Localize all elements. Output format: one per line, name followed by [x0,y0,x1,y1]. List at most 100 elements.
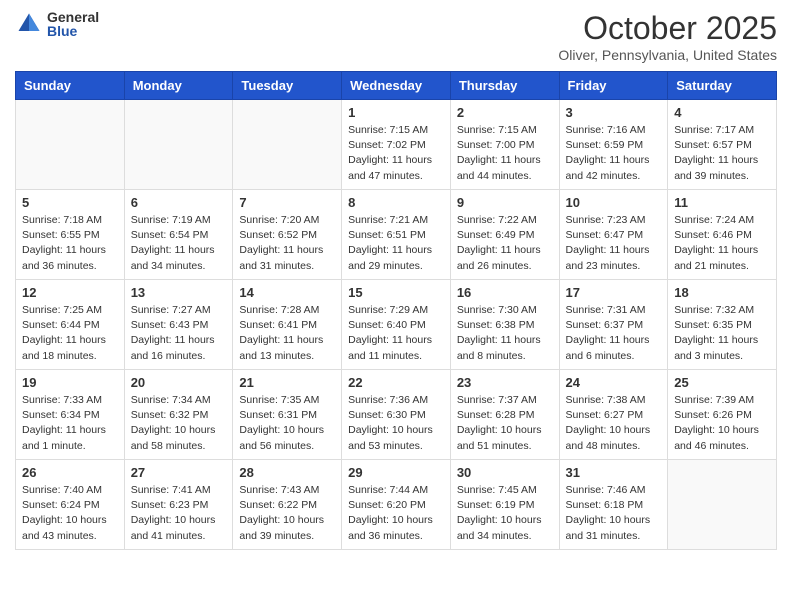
day-number: 19 [22,375,118,390]
day-info: Sunrise: 7:39 AM Sunset: 6:26 PM Dayligh… [674,393,770,454]
calendar-cell: 17 Sunrise: 7:31 AM Sunset: 6:37 PM Dayli… [559,280,668,370]
day-info: Sunrise: 7:21 AM Sunset: 6:51 PM Dayligh… [348,213,444,274]
calendar-cell: 20 Sunrise: 7:34 AM Sunset: 6:32 PM Dayli… [124,370,233,460]
calendar-cell [233,100,342,190]
day-number: 31 [566,465,662,480]
day-info: Sunrise: 7:45 AM Sunset: 6:19 PM Dayligh… [457,483,553,544]
day-number: 25 [674,375,770,390]
logo: General Blue [15,10,99,38]
calendar-table: SundayMondayTuesdayWednesdayThursdayFrid… [15,71,777,550]
col-header-tuesday: Tuesday [233,72,342,100]
day-number: 9 [457,195,553,210]
day-info: Sunrise: 7:16 AM Sunset: 6:59 PM Dayligh… [566,123,662,184]
calendar-cell: 8 Sunrise: 7:21 AM Sunset: 6:51 PM Daylig… [342,190,451,280]
week-row-3: 12 Sunrise: 7:25 AM Sunset: 6:44 PM Dayli… [16,280,777,370]
day-number: 24 [566,375,662,390]
calendar-cell: 12 Sunrise: 7:25 AM Sunset: 6:44 PM Dayli… [16,280,125,370]
day-number: 13 [131,285,227,300]
month-title: October 2025 [558,10,777,47]
page-header: General Blue October 2025 Oliver, Pennsy… [15,10,777,63]
week-row-5: 26Sunrise: 7:40 AM Sunset: 6:24 PM Dayli… [16,460,777,550]
calendar-cell: 18 Sunrise: 7:32 AM Sunset: 6:35 PM Dayli… [668,280,777,370]
calendar-cell: 15 Sunrise: 7:29 AM Sunset: 6:40 PM Dayli… [342,280,451,370]
col-header-thursday: Thursday [450,72,559,100]
calendar-cell: 6Sunrise: 7:19 AM Sunset: 6:54 PM Daylig… [124,190,233,280]
calendar-cell: 4Sunrise: 7:17 AM Sunset: 6:57 PM Daylig… [668,100,777,190]
calendar-cell: 28Sunrise: 7:43 AM Sunset: 6:22 PM Dayli… [233,460,342,550]
day-number: 6 [131,195,227,210]
day-number: 20 [131,375,227,390]
calendar-cell: 30 Sunrise: 7:45 AM Sunset: 6:19 PM Dayli… [450,460,559,550]
day-number: 12 [22,285,118,300]
day-info: Sunrise: 7:20 AM Sunset: 6:52 PM Dayligh… [239,213,335,274]
location-text: Oliver, Pennsylvania, United States [558,47,777,63]
day-info: Sunrise: 7:29 AM Sunset: 6:40 PM Dayligh… [348,303,444,364]
day-info: Sunrise: 7:30 AM Sunset: 6:38 PM Dayligh… [457,303,553,364]
calendar-cell: 7 Sunrise: 7:20 AM Sunset: 6:52 PM Daylig… [233,190,342,280]
calendar-cell: 2 Sunrise: 7:15 AM Sunset: 7:00 PM Daylig… [450,100,559,190]
calendar-cell: 13 Sunrise: 7:27 AM Sunset: 6:43 PM Dayli… [124,280,233,370]
calendar-cell: 5 Sunrise: 7:18 AM Sunset: 6:55 PM Daylig… [16,190,125,280]
day-number: 26 [22,465,118,480]
day-info: Sunrise: 7:37 AM Sunset: 6:28 PM Dayligh… [457,393,553,454]
day-number: 10 [566,195,662,210]
day-info: Sunrise: 7:27 AM Sunset: 6:43 PM Dayligh… [131,303,227,364]
col-header-sunday: Sunday [16,72,125,100]
calendar-cell: 19Sunrise: 7:33 AM Sunset: 6:34 PM Dayli… [16,370,125,460]
day-info: Sunrise: 7:15 AM Sunset: 7:02 PM Dayligh… [348,123,444,184]
logo-text: General Blue [47,10,99,38]
day-info: Sunrise: 7:32 AM Sunset: 6:35 PM Dayligh… [674,303,770,364]
day-number: 5 [22,195,118,210]
col-header-friday: Friday [559,72,668,100]
day-number: 1 [348,105,444,120]
title-block: October 2025 Oliver, Pennsylvania, Unite… [558,10,777,63]
week-row-2: 5 Sunrise: 7:18 AM Sunset: 6:55 PM Daylig… [16,190,777,280]
day-number: 4 [674,105,770,120]
header-row: SundayMondayTuesdayWednesdayThursdayFrid… [16,72,777,100]
day-info: Sunrise: 7:24 AM Sunset: 6:46 PM Dayligh… [674,213,770,274]
col-header-wednesday: Wednesday [342,72,451,100]
day-number: 8 [348,195,444,210]
day-number: 16 [457,285,553,300]
page-container: General Blue October 2025 Oliver, Pennsy… [0,0,792,565]
day-number: 15 [348,285,444,300]
day-info: Sunrise: 7:41 AM Sunset: 6:23 PM Dayligh… [131,483,227,544]
calendar-cell [668,460,777,550]
calendar-cell: 3 Sunrise: 7:16 AM Sunset: 6:59 PM Daylig… [559,100,668,190]
calendar-cell: 1 Sunrise: 7:15 AM Sunset: 7:02 PM Daylig… [342,100,451,190]
day-info: Sunrise: 7:35 AM Sunset: 6:31 PM Dayligh… [239,393,335,454]
calendar-cell: 26Sunrise: 7:40 AM Sunset: 6:24 PM Dayli… [16,460,125,550]
calendar-cell: 10Sunrise: 7:23 AM Sunset: 6:47 PM Dayli… [559,190,668,280]
day-info: Sunrise: 7:25 AM Sunset: 6:44 PM Dayligh… [22,303,118,364]
day-info: Sunrise: 7:34 AM Sunset: 6:32 PM Dayligh… [131,393,227,454]
day-info: Sunrise: 7:44 AM Sunset: 6:20 PM Dayligh… [348,483,444,544]
calendar-cell: 23Sunrise: 7:37 AM Sunset: 6:28 PM Dayli… [450,370,559,460]
logo-blue-text: Blue [47,24,99,38]
calendar-cell: 27Sunrise: 7:41 AM Sunset: 6:23 PM Dayli… [124,460,233,550]
day-number: 3 [566,105,662,120]
calendar-cell: 29 Sunrise: 7:44 AM Sunset: 6:20 PM Dayli… [342,460,451,550]
day-number: 28 [239,465,335,480]
calendar-cell [124,100,233,190]
calendar-cell: 31 Sunrise: 7:46 AM Sunset: 6:18 PM Dayli… [559,460,668,550]
day-number: 2 [457,105,553,120]
calendar-cell: 24 Sunrise: 7:38 AM Sunset: 6:27 PM Dayli… [559,370,668,460]
calendar-cell [16,100,125,190]
calendar-cell: 21Sunrise: 7:35 AM Sunset: 6:31 PM Dayli… [233,370,342,460]
day-number: 22 [348,375,444,390]
day-number: 29 [348,465,444,480]
day-info: Sunrise: 7:36 AM Sunset: 6:30 PM Dayligh… [348,393,444,454]
day-number: 17 [566,285,662,300]
col-header-saturday: Saturday [668,72,777,100]
day-number: 7 [239,195,335,210]
day-info: Sunrise: 7:46 AM Sunset: 6:18 PM Dayligh… [566,483,662,544]
calendar-cell: 25 Sunrise: 7:39 AM Sunset: 6:26 PM Dayli… [668,370,777,460]
day-info: Sunrise: 7:38 AM Sunset: 6:27 PM Dayligh… [566,393,662,454]
day-info: Sunrise: 7:31 AM Sunset: 6:37 PM Dayligh… [566,303,662,364]
day-number: 30 [457,465,553,480]
day-number: 11 [674,195,770,210]
day-info: Sunrise: 7:18 AM Sunset: 6:55 PM Dayligh… [22,213,118,274]
day-info: Sunrise: 7:15 AM Sunset: 7:00 PM Dayligh… [457,123,553,184]
week-row-1: 1 Sunrise: 7:15 AM Sunset: 7:02 PM Daylig… [16,100,777,190]
day-number: 18 [674,285,770,300]
